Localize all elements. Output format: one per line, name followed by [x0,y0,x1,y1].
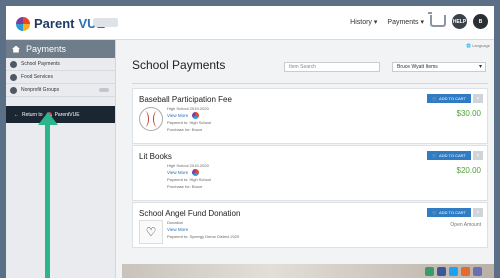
remove-button[interactable]: × [473,151,483,160]
card-school: High School 2019-2020 [167,163,209,168]
home-icon [12,45,20,53]
sidebar-header[interactable]: Payments [6,40,115,58]
top-bar: ParentVUE History Payments HELP B [6,6,494,40]
add-to-cart-button[interactable]: 🛒 ADD TO CART [427,208,471,217]
card-payment-to: Payment to: High School [167,120,212,126]
sidebar-item-label: Food Services [21,74,53,80]
school-payments-icon [10,60,17,68]
add-to-cart-button[interactable]: 🛒 ADD TO CART [427,94,471,103]
district-badge [94,18,118,27]
help-button[interactable]: HELP [452,14,467,29]
card-purchase-for: Purchase for: Bruce [167,127,203,133]
history-menu[interactable]: History [350,18,377,26]
payment-type-icon [192,112,200,120]
card-payment-to: Payment to: High School [167,177,212,183]
card-school: High School 2019-2020 [167,106,209,111]
card-details: High School 2019-2020 View More Payment … [167,105,211,133]
cart-small-icon: 🛒 [432,96,438,101]
payment-type-icon [192,169,200,177]
app-logo[interactable]: Parent VUE [16,16,105,31]
payment-card-angel-fund: School Angel Fund Donation ♡ Donation Vi… [132,202,488,248]
top-nav: History Payments [350,18,424,26]
view-more-link[interactable]: View More [167,113,188,118]
logo-icon [16,16,30,31]
card-details: High School 2019-2020 View More Payment … [167,162,211,190]
card-details: Donation View More Payment to: Synergy D… [167,219,239,240]
sidebar-item-nonprofit-groups[interactable]: Nonprofit Groups [6,84,115,97]
twitter-icon[interactable] [449,267,458,276]
return-to-parentvue-button[interactable]: ← Return to ParentVUE [6,106,115,123]
view-more-link[interactable]: View More [167,227,188,232]
add-to-cart-label: ADD TO CART [439,153,466,158]
rss-icon[interactable] [461,267,470,276]
remove-button[interactable]: × [473,94,483,103]
return-app-label: ParentVUE [54,111,80,118]
card-title: Baseball Participation Fee [139,95,232,104]
item-search-input[interactable]: Item Search [284,62,380,72]
add-to-cart-label: ADD TO CART [439,210,466,215]
card-open-amount: Open Amount [450,222,481,228]
main-content: 🌐 Language School Payments Item Search B… [122,40,494,278]
sidebar-header-label: Payments [26,44,67,54]
payment-card-baseball: Baseball Participation Fee High School 2… [132,88,488,144]
email-icon[interactable] [473,267,482,276]
back-arrow-icon: ← [14,111,19,118]
heart-hand-icon: ♡ [139,220,163,244]
add-to-cart-button[interactable]: 🛒 ADD TO CART [427,151,471,160]
footer-banner [122,264,494,278]
remove-button[interactable]: × [473,208,483,217]
cart-small-icon: 🛒 [432,210,438,215]
card-purchase-for: Purchase for: Bruce [167,184,203,190]
social-icon-1[interactable] [425,267,434,276]
language-label: Language [472,43,490,48]
card-title: Lit Books [139,152,172,161]
user-avatar[interactable]: B [473,14,488,29]
page-title: School Payments [132,58,226,72]
sidebar-item-label: Nonprofit Groups [21,87,60,93]
view-more-link[interactable]: View More [167,170,188,175]
sidebar-item-label: School Payments [21,61,60,67]
add-to-cart-label: ADD TO CART [439,96,466,101]
annotation-arrow [45,124,50,278]
food-services-icon [10,73,17,81]
app-window: ParentVUE History Payments HELP B Paymen… [6,6,494,278]
student-select[interactable]: Bruce Wyatt Items [392,62,486,72]
cart-icon[interactable] [428,12,446,27]
cart-small-icon: 🛒 [432,153,438,158]
facebook-icon[interactable] [437,267,446,276]
sidebar-item-school-payments[interactable]: School Payments [6,58,115,71]
payment-card-lit-books: Lit Books High School 2019-2020 View Mor… [132,145,488,201]
baseball-icon [139,107,163,131]
logo-text-a: Parent [34,16,75,31]
card-school: Donation [167,220,184,225]
sidebar-item-food-services[interactable]: Food Services [6,71,115,84]
divider [132,83,488,84]
card-price: $20.00 [456,166,481,175]
payments-menu[interactable]: Payments [387,18,424,26]
card-payment-to: Payment to: Synergy Demo District 2020 [167,234,240,239]
nonprofit-groups-icon [10,86,17,94]
card-price: $30.00 [456,109,481,118]
sidebar: Payments School Payments Food Services N… [6,40,116,278]
card-title: School Angel Fund Donation [139,209,241,218]
count-badge [99,88,109,92]
language-selector[interactable]: 🌐 Language [466,43,490,48]
